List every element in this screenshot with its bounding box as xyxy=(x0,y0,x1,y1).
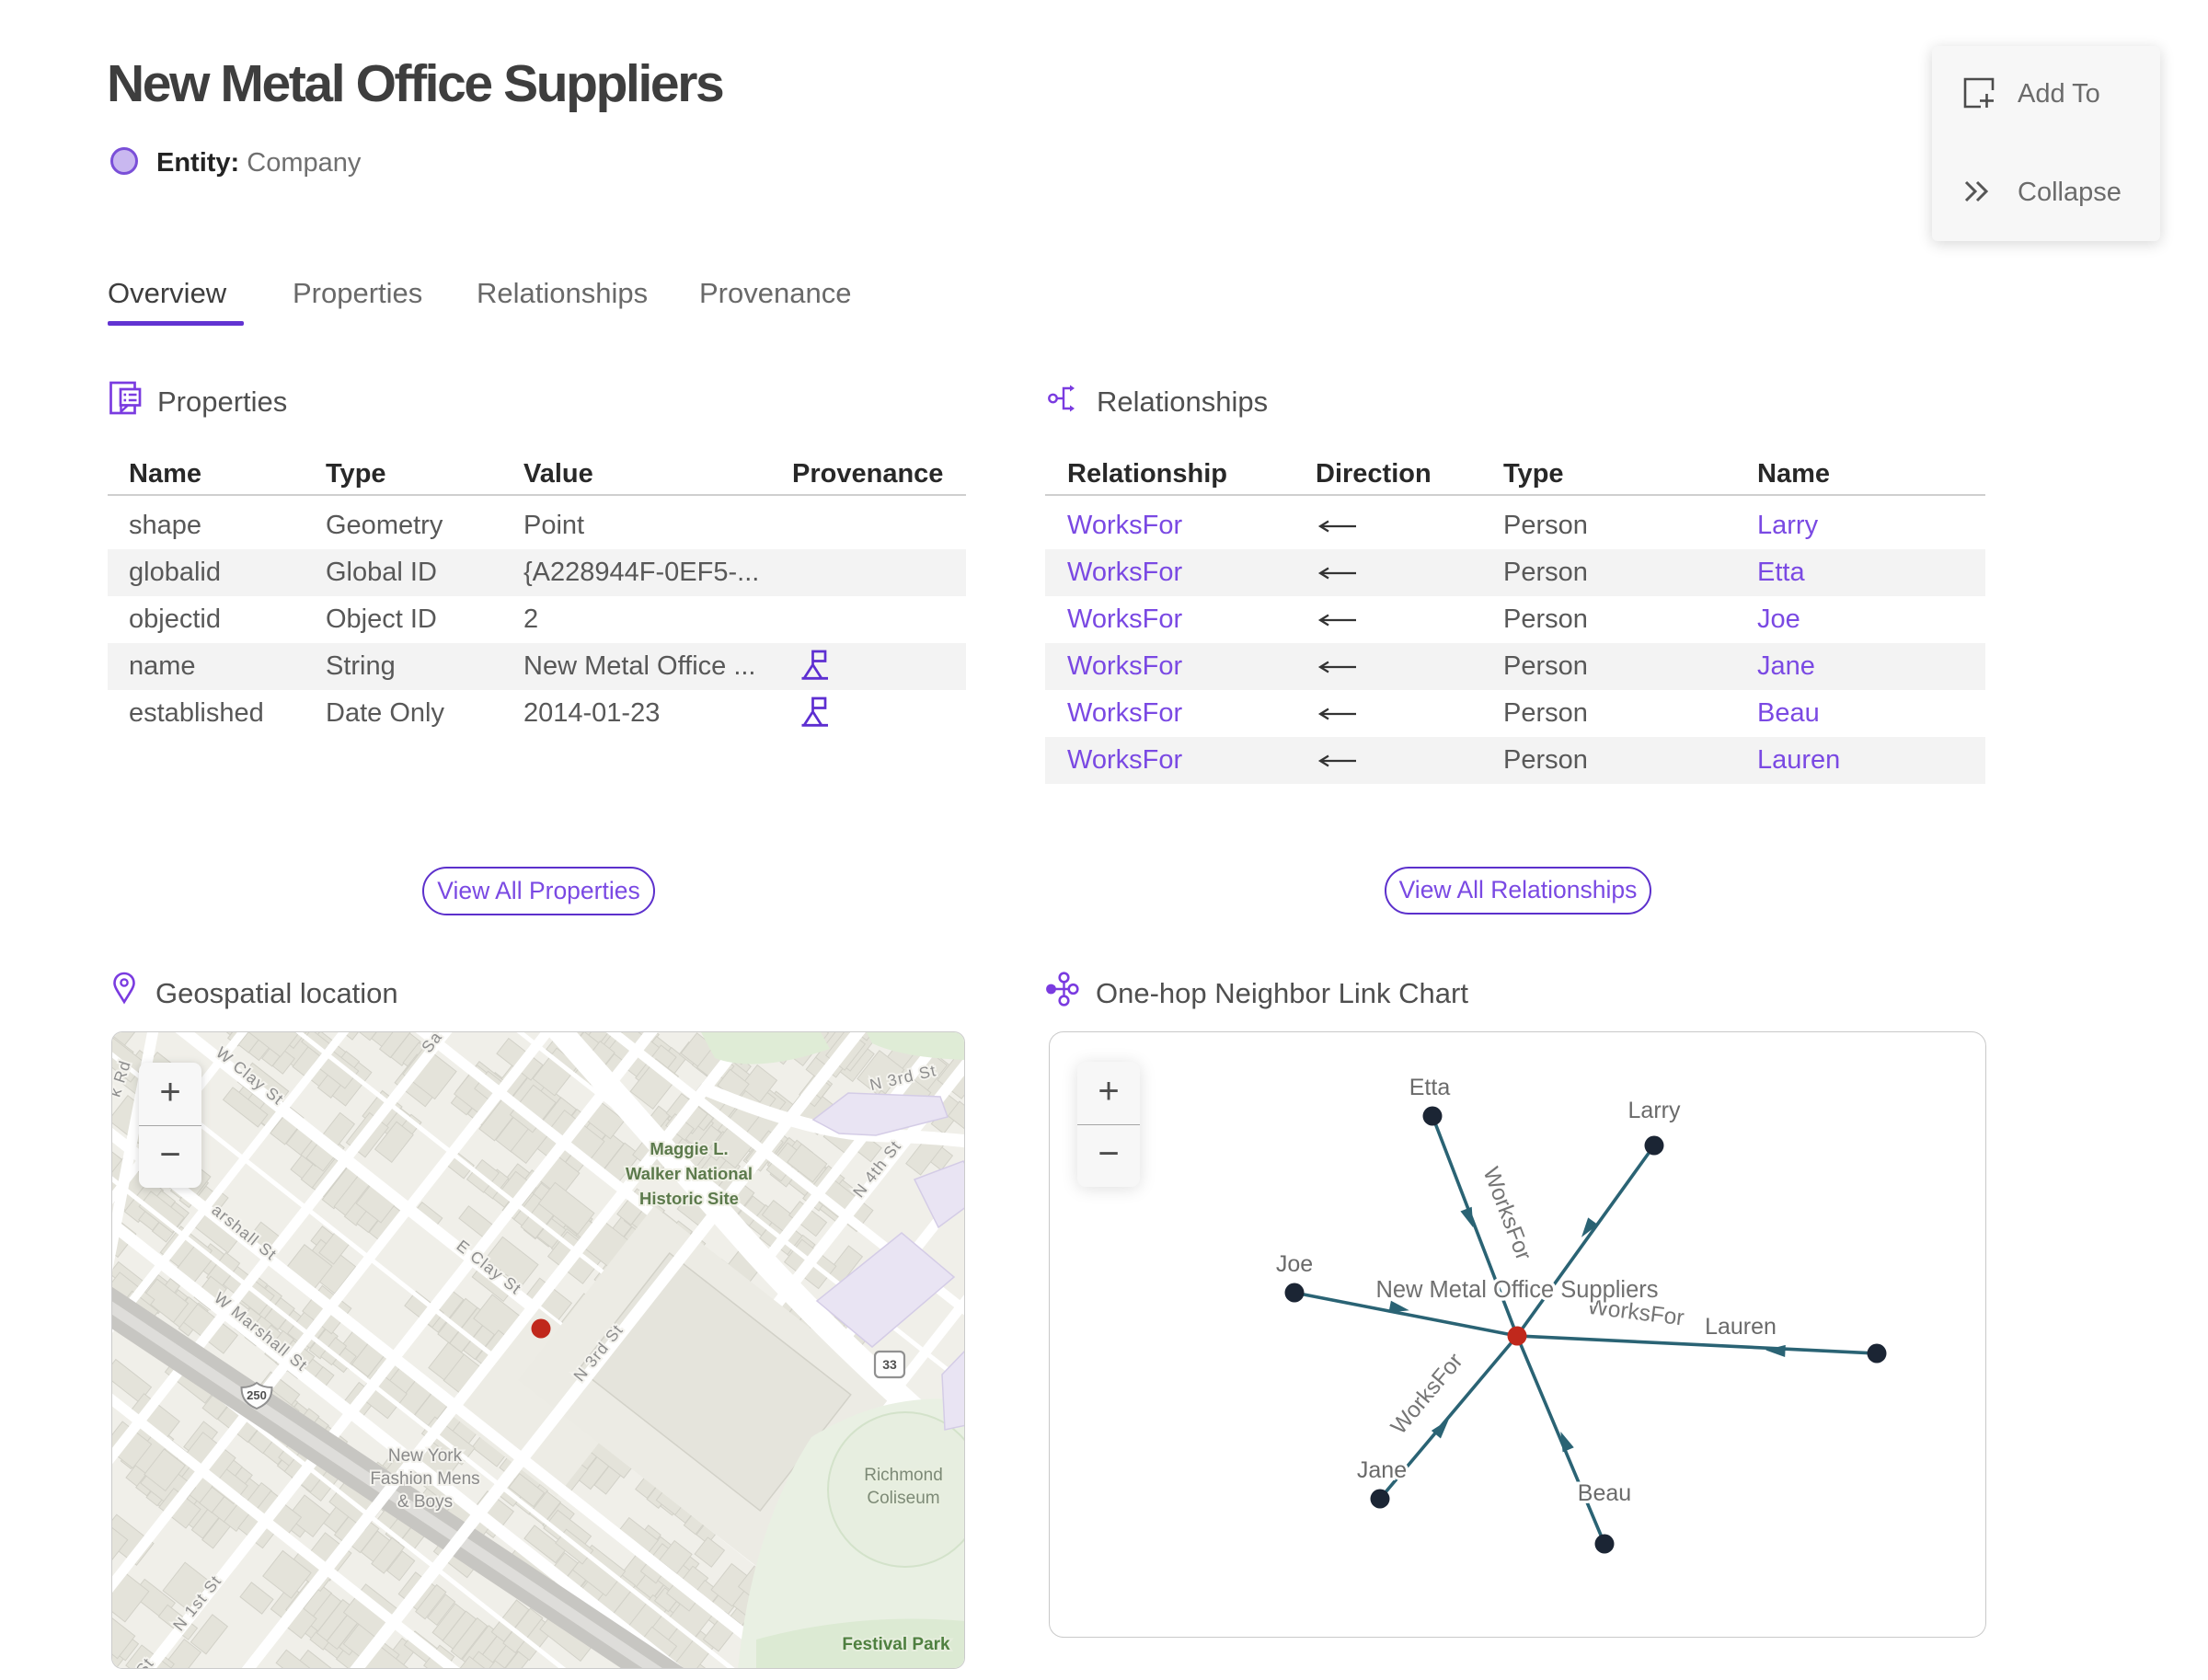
svg-text:WorksFor: WorksFor xyxy=(1386,1349,1468,1439)
svg-text:Etta: Etta xyxy=(1409,1075,1451,1100)
svg-text:Lauren: Lauren xyxy=(1705,1314,1777,1340)
svg-text:New Metal Office Suppliers: New Metal Office Suppliers xyxy=(1375,1277,1658,1303)
svg-text:Beau: Beau xyxy=(1578,1480,1631,1506)
svg-text:Jane: Jane xyxy=(1357,1457,1407,1483)
svg-text:Joe: Joe xyxy=(1276,1251,1313,1277)
svg-text:33: 33 xyxy=(882,1357,897,1372)
svg-text:Festival Park: Festival Park xyxy=(842,1635,950,1654)
svg-text:Larry: Larry xyxy=(1628,1098,1681,1123)
svg-text:250: 250 xyxy=(247,1388,267,1402)
svg-text:WorksFor: WorksFor xyxy=(1478,1164,1535,1263)
